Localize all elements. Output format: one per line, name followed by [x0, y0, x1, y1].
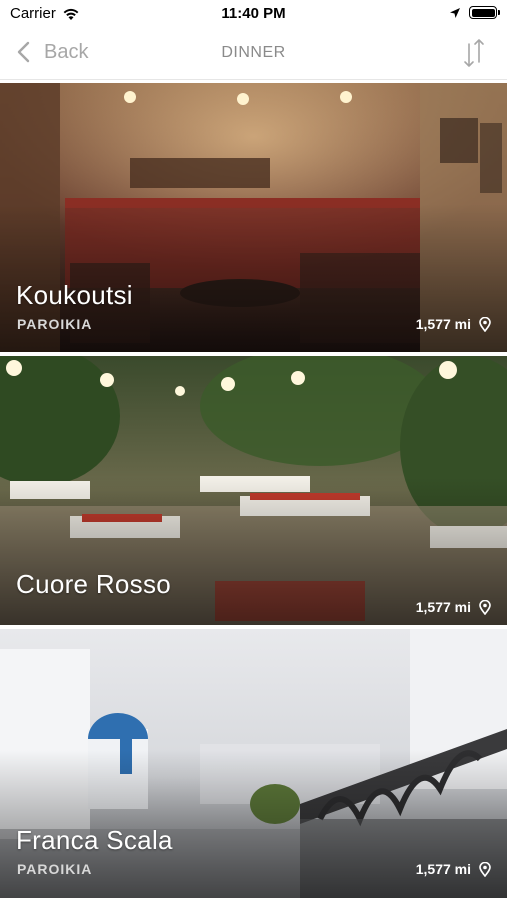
restaurant-name: Koukoutsi — [16, 280, 133, 310]
page-title: DINNER — [221, 44, 286, 61]
location-arrow-icon — [450, 7, 460, 18]
restaurant-name: Franca Scala — [16, 825, 173, 855]
distance-label: 1,577 mi — [415, 861, 471, 877]
location-pin-icon — [479, 599, 491, 615]
sort-icon[interactable] — [461, 36, 487, 70]
distance-label: 1,577 mi — [415, 599, 471, 615]
distance-label: 1,577 mi — [415, 316, 471, 332]
photo-shade — [0, 629, 507, 898]
restaurant-card[interactable]: Franca Scala PAROIKIA 1,577 mi — [0, 629, 507, 898]
restaurant-distance: 1,577 mi — [416, 316, 491, 332]
status-right — [449, 6, 500, 19]
restaurant-distance: 1,577 mi — [416, 599, 491, 615]
restaurant-area: PAROIKIA — [17, 316, 93, 332]
photo-shade — [0, 83, 507, 352]
navigation-bar: Back DINNER — [0, 28, 507, 80]
restaurant-area: PAROIKIA — [17, 861, 93, 877]
restaurant-name: Cuore Rosso — [16, 569, 172, 599]
status-time: 11:40 PM — [221, 5, 286, 22]
location-pin-icon — [479, 861, 491, 877]
restaurant-card[interactable]: Koukoutsi PAROIKIA 1,577 mi — [0, 83, 507, 352]
battery-icon — [469, 6, 500, 19]
location-pin-icon — [479, 316, 491, 332]
status-bar: Carrier 11:40 PM — [0, 0, 507, 28]
restaurant-card[interactable]: Cuore Rosso 1,577 mi — [0, 356, 507, 625]
restaurant-distance: 1,577 mi — [416, 861, 491, 877]
